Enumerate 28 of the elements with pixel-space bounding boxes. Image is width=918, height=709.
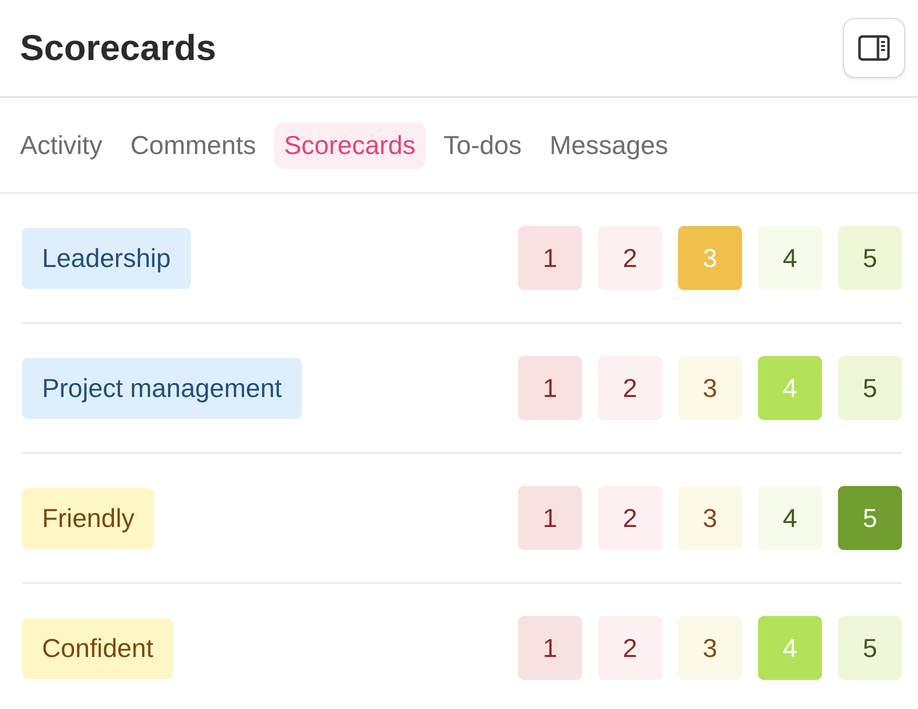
score-button[interactable]: 5: [838, 616, 902, 680]
tab[interactable]: Comments: [120, 122, 266, 168]
score-button[interactable]: 5: [838, 356, 902, 420]
score-button[interactable]: 2: [598, 226, 662, 290]
score-button[interactable]: 2: [598, 616, 662, 680]
tab[interactable]: Scorecards: [274, 122, 426, 168]
scorecard-tag: Leadership: [22, 228, 191, 288]
scorecard-tag: Friendly: [22, 488, 154, 548]
score-button[interactable]: 5: [838, 226, 902, 290]
page-title: Scorecards: [20, 27, 216, 69]
score-button[interactable]: 3: [678, 356, 742, 420]
score-button[interactable]: 3: [678, 486, 742, 550]
score-button[interactable]: 1: [518, 356, 582, 420]
score-button[interactable]: 4: [758, 226, 822, 290]
score-button[interactable]: 2: [598, 356, 662, 420]
panel-icon: [858, 35, 890, 61]
score-button[interactable]: 1: [518, 486, 582, 550]
score-button[interactable]: 4: [758, 486, 822, 550]
score-button[interactable]: 1: [518, 616, 582, 680]
scorecard-tag: Confident: [22, 618, 174, 678]
scorecard-tag: Project management: [22, 358, 302, 418]
tab[interactable]: Messages: [540, 122, 678, 168]
sidebar-toggle-button[interactable]: [843, 18, 905, 78]
tab[interactable]: To-dos: [434, 122, 532, 168]
score-button[interactable]: 3: [678, 616, 742, 680]
score-button[interactable]: 2: [598, 486, 662, 550]
tab[interactable]: Activity: [10, 122, 112, 168]
score-button[interactable]: 1: [518, 226, 582, 290]
